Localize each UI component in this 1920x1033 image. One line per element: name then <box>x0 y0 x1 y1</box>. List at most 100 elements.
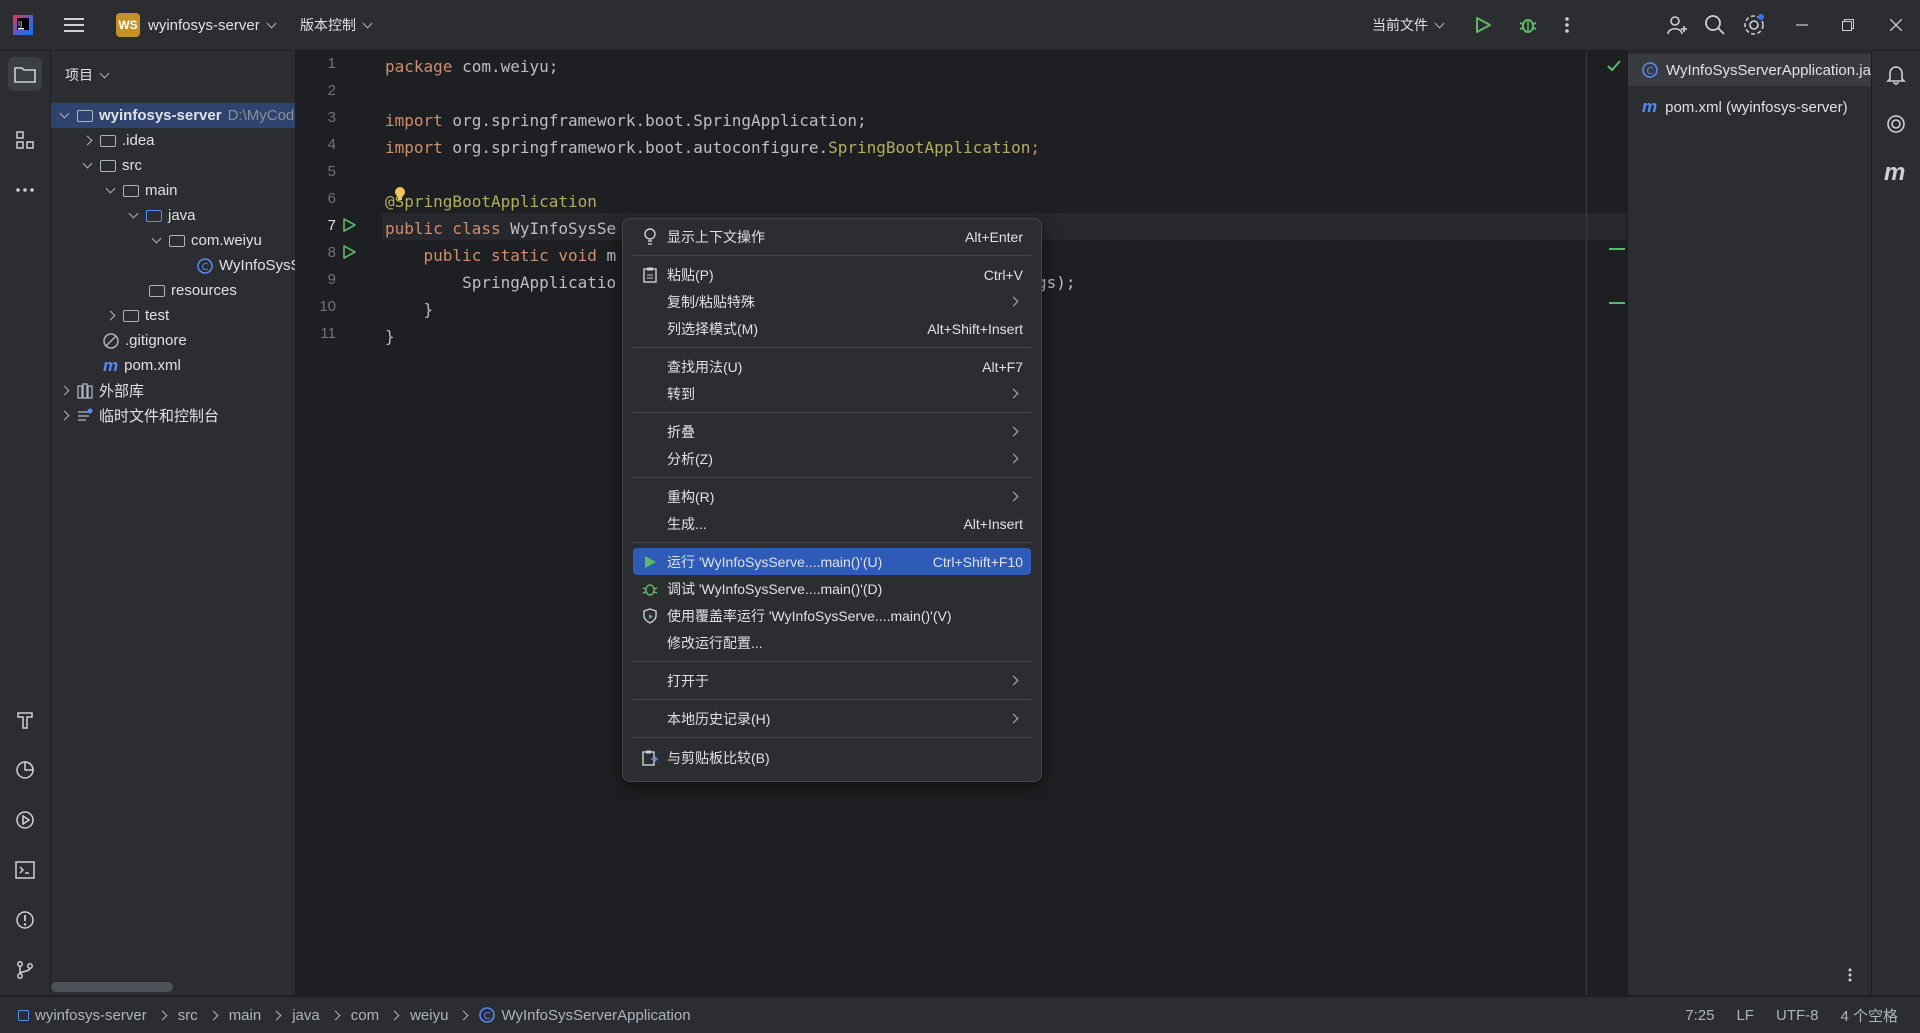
chevron-down-icon[interactable] <box>149 233 163 248</box>
horizontal-scrollbar[interactable] <box>51 982 173 992</box>
tree-item-idea[interactable]: .idea <box>51 128 295 153</box>
search-icon[interactable] <box>1704 0 1726 50</box>
build-hammer-icon[interactable] <box>8 703 42 737</box>
menu-item-compare-clipboard[interactable]: 与剪贴板比较(B) <box>633 744 1031 771</box>
indent-setting[interactable]: 4 个空格 <box>1840 1005 1898 1026</box>
services-run-icon[interactable] <box>8 803 42 837</box>
menu-item-goto[interactable]: 转到 <box>633 380 1031 407</box>
chevron-down-icon[interactable] <box>80 158 94 173</box>
tree-label: main <box>145 182 178 199</box>
breadcrumb-item[interactable]: WyInfoSysServerApplication <box>501 1007 690 1024</box>
chevron-down-icon[interactable] <box>126 208 140 223</box>
chevron-down-icon[interactable] <box>57 108 71 123</box>
intention-bulb-icon[interactable] <box>393 186 407 208</box>
project-switcher[interactable]: WS wyinfosys-server <box>116 0 277 50</box>
close-icon[interactable] <box>1890 0 1902 50</box>
more-actions-icon[interactable] <box>1564 0 1570 50</box>
tree-item-java[interactable]: java <box>51 203 295 228</box>
debug-icon <box>1519 19 1537 33</box>
gutter-run-icon[interactable] <box>341 217 357 237</box>
chevron-down-icon[interactable] <box>103 183 117 198</box>
tree-item-package[interactable]: com.weiyu <box>51 228 295 253</box>
menu-item-analyze[interactable]: 分析(Z) <box>633 445 1031 472</box>
vcs-menu[interactable]: 版本控制 <box>300 0 373 50</box>
menu-item-show-context-actions[interactable]: 显示上下文操作 Alt+Enter <box>633 223 1031 250</box>
chevron-right-icon[interactable] <box>103 309 117 323</box>
breadcrumb-item[interactable]: weiyu <box>410 1007 448 1024</box>
change-marker[interactable] <box>1609 302 1625 304</box>
menu-label: 运行 'WyInfoSysServe....main()'(U) <box>667 553 883 570</box>
no-problems-check-icon[interactable] <box>1607 59 1621 76</box>
tree-item-src[interactable]: src <box>51 153 295 178</box>
right-tool-strip: m <box>1871 51 1920 995</box>
menu-item-paste[interactable]: 粘贴(P) Ctrl+V <box>633 261 1031 288</box>
breadcrumb-item[interactable]: com <box>351 1007 379 1024</box>
more-tools-icon[interactable] <box>8 173 42 207</box>
menu-item-folding[interactable]: 折叠 <box>633 418 1031 445</box>
problems-icon[interactable] <box>8 903 42 937</box>
menu-item-run-coverage[interactable]: 使用覆盖率运行 'WyInfoSysServe....main()'(V) <box>633 602 1031 629</box>
menu-item-run-main[interactable]: 运行 'WyInfoSysServe....main()'(U) Ctrl+Sh… <box>633 548 1031 575</box>
caret-position[interactable]: 7:25 <box>1685 1007 1714 1024</box>
file-encoding[interactable]: UTF-8 <box>1776 1007 1819 1024</box>
chevron-right-icon[interactable] <box>57 409 71 423</box>
tree-label: java <box>168 207 196 224</box>
breadcrumb-item[interactable]: main <box>229 1007 262 1024</box>
change-marker[interactable] <box>1609 248 1625 250</box>
file-item-active[interactable]: C WyInfoSysServerApplication.ja <box>1628 54 1871 86</box>
run-button[interactable] <box>1474 0 1492 50</box>
menu-item-find-usages[interactable]: 查找用法(U) Alt+F7 <box>633 353 1031 380</box>
menu-item-refactor[interactable]: 重构(R) <box>633 483 1031 510</box>
main-menu-icon[interactable] <box>64 0 84 50</box>
menu-shortcut: Alt+Shift+Insert <box>927 320 1023 337</box>
project-badge: WS <box>116 13 140 37</box>
file-item[interactable]: m pom.xml (wyinfosys-server) <box>1628 91 1871 123</box>
gutter-run-icon[interactable] <box>341 244 357 264</box>
breadcrumb-item[interactable]: wyinfosys-server <box>35 1007 147 1024</box>
more-options-icon[interactable] <box>1847 967 1853 987</box>
chevron-right-icon[interactable] <box>80 134 94 148</box>
chevron-down-icon <box>266 18 277 28</box>
app-logo-icon[interactable]: IJ <box>12 0 34 50</box>
menu-item-column-selection[interactable]: 列选择模式(M) Alt+Shift+Insert <box>633 315 1031 342</box>
tree-item-resources[interactable]: resources <box>51 278 295 303</box>
tree-item-external-libs[interactable]: 外部库 <box>51 378 295 403</box>
debug-button[interactable] <box>1518 0 1538 50</box>
menu-item-modify-run-config[interactable]: 修改运行配置... <box>633 629 1031 656</box>
project-view-selector[interactable]: 项目 <box>65 65 110 85</box>
menu-label: 粘贴(P) <box>667 266 714 283</box>
ai-assistant-icon[interactable] <box>1885 113 1907 139</box>
run-config-selector[interactable]: 当前文件 <box>1372 0 1445 50</box>
settings-gear-icon[interactable] <box>1742 0 1766 50</box>
profiler-icon[interactable] <box>8 753 42 787</box>
minimize-icon[interactable] <box>1796 0 1808 50</box>
tree-item-scratches[interactable]: 临时文件和控制台 <box>51 403 295 428</box>
menu-icon-spacer <box>639 422 661 442</box>
menu-item-generate[interactable]: 生成... Alt+Insert <box>633 510 1031 537</box>
tree-item-main[interactable]: main <box>51 178 295 203</box>
terminal-icon[interactable] <box>8 853 42 887</box>
notifications-bell-icon[interactable] <box>1885 63 1907 89</box>
add-user-icon[interactable] <box>1666 0 1688 50</box>
menu-item-debug-main[interactable]: 调试 'WyInfoSysServe....main()'(D) <box>633 575 1031 602</box>
restore-icon[interactable] <box>1842 0 1854 50</box>
project-folder-icon[interactable] <box>8 57 42 91</box>
git-branch-icon[interactable] <box>8 953 42 987</box>
menu-item-open-in[interactable]: 打开于 <box>633 667 1031 694</box>
structure-icon[interactable] <box>8 123 42 157</box>
line-number: 11 <box>320 325 336 342</box>
tree-item-test[interactable]: test <box>51 303 295 328</box>
menu-shortcut: Alt+Insert <box>963 515 1023 532</box>
menu-item-local-history[interactable]: 本地历史记录(H) <box>633 705 1031 732</box>
tree-item-root[interactable]: wyinfosys-server D:\MyCod <box>51 103 295 128</box>
line-separator[interactable]: LF <box>1736 1007 1754 1024</box>
chevron-right-icon[interactable] <box>57 384 71 398</box>
tree-item-pom[interactable]: m pom.xml <box>51 353 295 378</box>
breadcrumb-item[interactable]: src <box>178 1007 198 1024</box>
menu-item-paste-special[interactable]: 复制/粘贴特殊 <box>633 288 1031 315</box>
tree-item-gitignore[interactable]: .gitignore <box>51 328 295 353</box>
svg-text:C: C <box>202 262 209 273</box>
tree-item-class-file[interactable]: C WyInfoSysS <box>51 253 295 278</box>
breadcrumb-item[interactable]: java <box>292 1007 320 1024</box>
maven-icon[interactable]: m <box>1884 159 1905 187</box>
